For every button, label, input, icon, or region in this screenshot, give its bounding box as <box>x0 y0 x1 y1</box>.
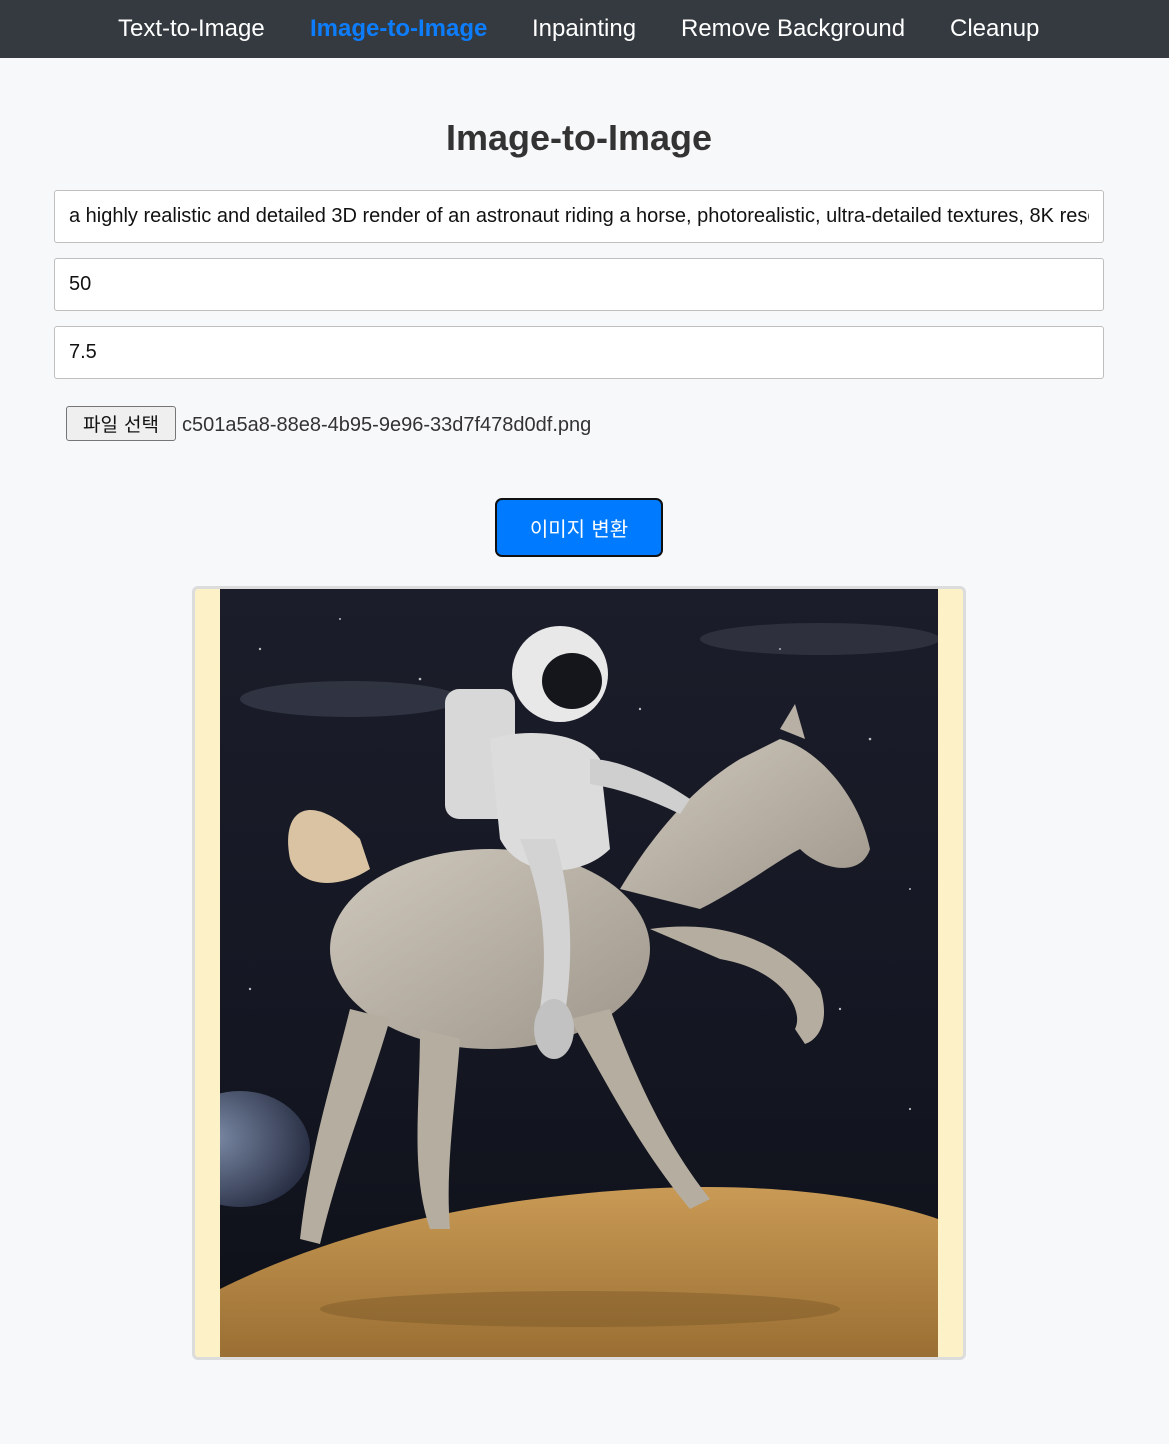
steps-input[interactable] <box>54 258 1104 311</box>
nav-image-to-image[interactable]: Image-to-Image <box>310 14 487 44</box>
convert-image-button[interactable]: 이미지 변환 <box>495 498 663 557</box>
choose-file-button[interactable]: 파일 선택 <box>66 406 176 441</box>
astronaut-riding-horse-image <box>220 589 938 1357</box>
guidance-scale-input[interactable] <box>54 326 1104 379</box>
nav-remove-background[interactable]: Remove Background <box>681 14 905 44</box>
nav-text-to-image[interactable]: Text-to-Image <box>118 14 265 44</box>
nav-inpainting[interactable]: Inpainting <box>532 14 636 44</box>
prompt-input[interactable] <box>54 190 1104 243</box>
nav-cleanup[interactable]: Cleanup <box>950 14 1039 44</box>
selected-file-name: c501a5a8-88e8-4b95-9e96-33d7f478d0df.png <box>182 414 592 436</box>
result-image-frame <box>192 586 966 1360</box>
top-navbar: Text-to-Image Image-to-Image Inpainting … <box>0 0 1169 58</box>
page-title: Image-to-Image <box>445 117 713 158</box>
